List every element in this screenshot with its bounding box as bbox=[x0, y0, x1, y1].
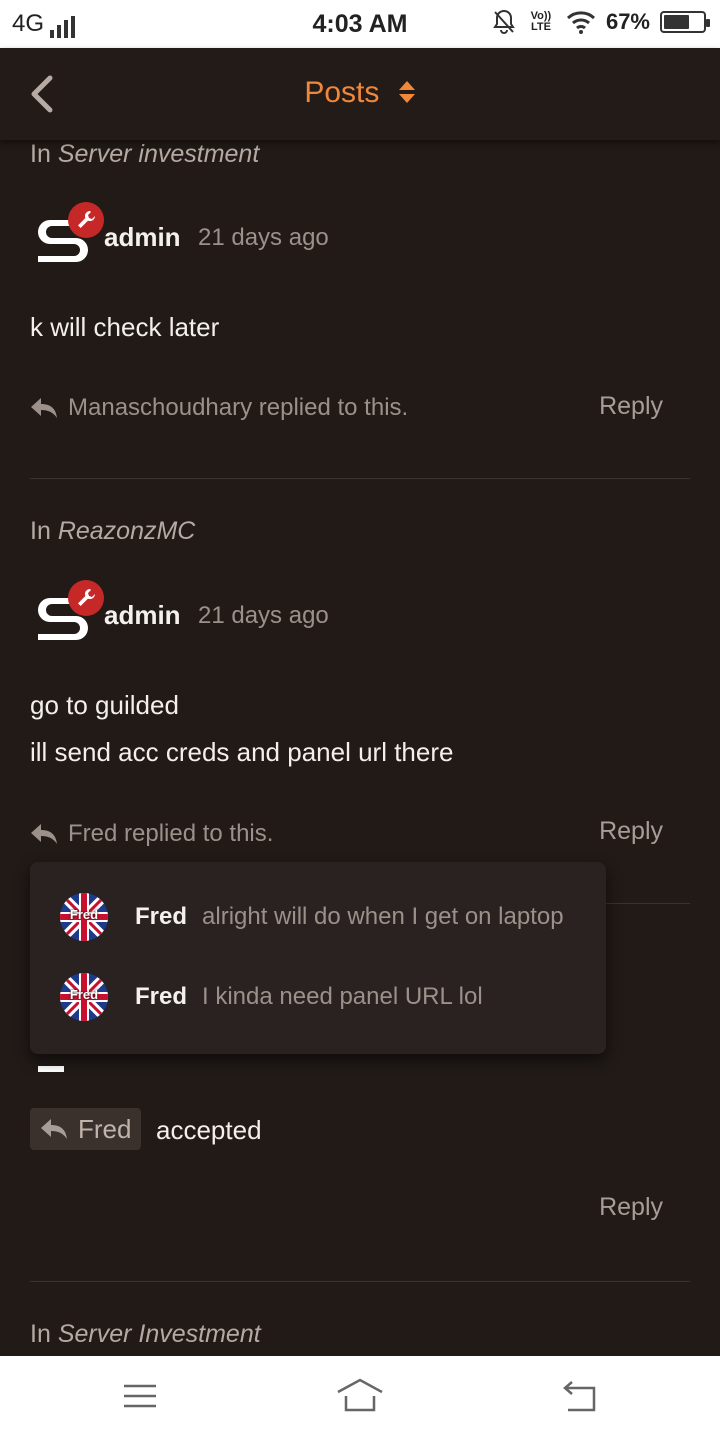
post-divider bbox=[30, 478, 690, 479]
author-name[interactable]: admin bbox=[104, 600, 181, 631]
wrench-icon bbox=[78, 210, 96, 228]
home-icon bbox=[337, 1378, 383, 1412]
in-prefix: In bbox=[30, 140, 51, 168]
reply-author: Fred bbox=[135, 983, 188, 1010]
battery-percent: 67% bbox=[605, 9, 650, 34]
post-line: go to guilded bbox=[30, 690, 179, 720]
reply-button[interactable]: Reply bbox=[599, 817, 663, 846]
app-header: Posts bbox=[0, 48, 720, 140]
user-avatar: Fred bbox=[60, 973, 108, 1021]
post-time[interactable]: 21 days ago bbox=[198, 602, 329, 630]
post-discussion-link[interactable]: In ReazonzMC bbox=[30, 517, 195, 546]
reply-arrow-icon bbox=[41, 1119, 67, 1139]
reply-arrow-icon bbox=[31, 824, 57, 844]
wrench-icon bbox=[78, 589, 96, 606]
battery-level bbox=[664, 15, 690, 29]
post-divider bbox=[30, 1281, 690, 1282]
in-prefix: In bbox=[30, 1320, 51, 1348]
back-nav-button[interactable] bbox=[556, 1376, 604, 1416]
reply-button[interactable]: Reply bbox=[599, 392, 663, 421]
posts-feed: In Server investment admin 21 days ago k… bbox=[0, 140, 720, 1356]
replies-popup: Fred Fred alright will do when I get on … bbox=[30, 862, 606, 1054]
wifi-icon bbox=[566, 11, 595, 34]
avatar-label: Fred bbox=[69, 907, 99, 922]
post-body: accepted bbox=[156, 1115, 262, 1145]
reply-preview-item[interactable]: Fred Fred alright will do when I get on … bbox=[60, 892, 600, 942]
admin-badge bbox=[68, 580, 104, 616]
page-title: Posts bbox=[304, 76, 380, 109]
replied-text: Fred replied to this. bbox=[68, 820, 274, 847]
post-discussion-link[interactable]: In Server Investment bbox=[30, 1320, 261, 1349]
mention-user: Fred bbox=[78, 1113, 132, 1144]
post-body: k will check later bbox=[30, 304, 219, 351]
replied-summary[interactable]: Manaschoudhary replied to this. bbox=[30, 394, 408, 422]
replied-summary[interactable]: Fred replied to this. bbox=[30, 820, 273, 848]
reply-button[interactable]: Reply bbox=[599, 1193, 663, 1222]
discussion-title: Server Investment bbox=[57, 1320, 261, 1348]
reply-arrow-icon bbox=[31, 398, 57, 418]
discussion-title: Server investment bbox=[57, 140, 260, 168]
reply-excerpt: alright will do when I get on laptop bbox=[202, 903, 564, 930]
reply-excerpt: I kinda need panel URL lol bbox=[202, 983, 483, 1010]
post-discussion-link[interactable]: In Server investment bbox=[30, 140, 259, 169]
post-line: ill send acc creds and panel url there bbox=[30, 737, 454, 767]
discussion-title: ReazonzMC bbox=[57, 517, 196, 545]
menu-button[interactable] bbox=[116, 1376, 164, 1416]
mention-chip[interactable]: Fred bbox=[30, 1108, 142, 1150]
battery-icon bbox=[660, 11, 710, 33]
post-body: go to guilded ill send acc creds and pan… bbox=[30, 682, 453, 776]
back-arrow-icon bbox=[563, 1381, 596, 1412]
author-name[interactable]: admin bbox=[104, 222, 181, 253]
post-author-row: admin 21 days ago bbox=[30, 202, 630, 272]
user-avatar: Fred bbox=[60, 893, 108, 941]
volte-indicator: Vo)) LTE bbox=[530, 10, 552, 33]
in-prefix: In bbox=[30, 517, 51, 545]
status-icons: Vo)) LTE 67% bbox=[492, 9, 710, 35]
reply-author: Fred bbox=[135, 903, 188, 930]
bell-off-icon bbox=[493, 9, 515, 34]
post-divider bbox=[600, 903, 690, 904]
reply-preview-item[interactable]: Fred Fred I kinda need panel URL lol bbox=[60, 972, 600, 1022]
avatar-label: Fred bbox=[69, 987, 99, 1002]
sort-updown-icon bbox=[398, 81, 415, 104]
replied-text: Manaschoudhary replied to this. bbox=[68, 394, 409, 421]
home-button[interactable] bbox=[336, 1376, 384, 1416]
post-author-row: admin 21 days ago bbox=[30, 580, 630, 650]
status-bar: 4G 4:03 AM Vo)) LTE 67% bbox=[0, 0, 720, 48]
post-time[interactable]: 21 days ago bbox=[198, 224, 329, 252]
post-line: k will check later bbox=[30, 312, 220, 342]
admin-badge bbox=[68, 202, 104, 238]
system-nav-bar bbox=[0, 1356, 720, 1440]
posts-sort-dropdown[interactable]: Posts bbox=[0, 76, 720, 110]
menu-icon bbox=[124, 1384, 156, 1408]
